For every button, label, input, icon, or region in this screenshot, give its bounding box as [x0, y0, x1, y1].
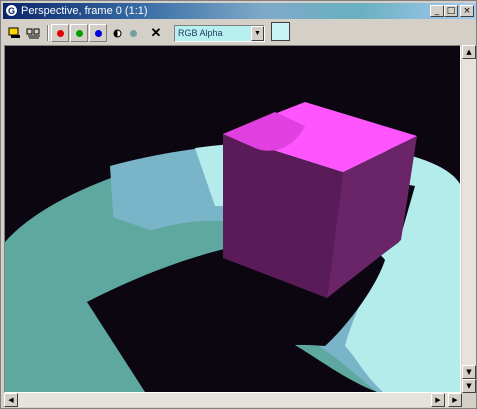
scroll-right-button-2[interactable]: ▶: [448, 393, 462, 407]
chevron-down-icon[interactable]: ▼: [251, 26, 264, 41]
scroll-down-button-2[interactable]: ▼: [462, 379, 476, 393]
horizontal-scrollbar[interactable]: ◀ ▶ ▶: [4, 393, 462, 407]
perspective-viewport[interactable]: [4, 45, 461, 393]
window-title: Perspective, frame 0 (1:1): [21, 5, 148, 17]
vertical-scrollbar[interactable]: ▲ ▼ ▼: [462, 45, 476, 393]
green-channel-button[interactable]: [70, 24, 88, 42]
clone-icon[interactable]: [25, 24, 43, 42]
toolbar-separator: [47, 25, 49, 41]
app-icon: G: [5, 4, 18, 17]
blue-channel-button[interactable]: [89, 24, 107, 42]
alpha-dot-icon: [129, 29, 137, 37]
scroll-right-button[interactable]: ▶: [431, 393, 445, 407]
render-window: G Perspective, frame 0 (1:1) _ □ × ✕ RGB…: [0, 0, 477, 409]
scroll-up-button[interactable]: ▲: [462, 45, 476, 59]
red-channel-button[interactable]: [51, 24, 69, 42]
alpha-channel-button[interactable]: [126, 24, 140, 42]
channel-select-value: RGB Alpha: [178, 28, 223, 38]
close-button[interactable]: ×: [460, 5, 474, 17]
green-dot-icon: [75, 29, 83, 37]
minimize-button[interactable]: _: [430, 5, 444, 17]
save-image-icon[interactable]: [7, 24, 23, 42]
mono-channel-button[interactable]: [110, 24, 124, 42]
toolbar: ✕ RGB Alpha ▼: [3, 21, 460, 45]
red-dot-icon: [56, 29, 64, 37]
clear-button[interactable]: ✕: [149, 24, 163, 42]
scrollbar-corner: [462, 393, 476, 407]
scene-render: [5, 102, 460, 392]
background-color-swatch[interactable]: [271, 22, 290, 41]
blue-dot-icon: [94, 29, 102, 37]
maximize-button[interactable]: □: [444, 5, 458, 17]
title-bar[interactable]: G Perspective, frame 0 (1:1) _ □ ×: [3, 3, 476, 19]
scroll-down-button[interactable]: ▼: [462, 365, 476, 379]
channel-select[interactable]: RGB Alpha ▼: [174, 25, 265, 42]
scroll-left-button[interactable]: ◀: [4, 393, 18, 407]
